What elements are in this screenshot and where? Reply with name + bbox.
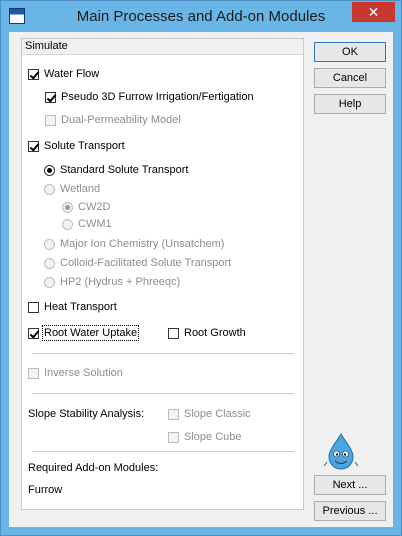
previous-button[interactable]: Previous ... [314,501,386,521]
major-ion-label: Major Ion Chemistry (Unsatchem) [60,238,225,250]
water-flow-label[interactable]: Water Flow [44,68,99,80]
close-button[interactable]: ✕ [352,2,395,22]
major-ion-radio[interactable] [44,239,55,250]
title-bar[interactable]: Main Processes and Add-on Modules ✕ [1,1,401,32]
wetland-radio[interactable] [44,184,55,195]
ok-button[interactable]: OK [314,42,386,62]
separator [32,393,294,394]
slope-stability-label: Slope Stability Analysis: [28,408,145,420]
group-header: Simulate [22,39,303,55]
pseudo-3d-checkbox[interactable] [45,92,56,103]
separator [32,353,294,354]
solute-transport-checkbox[interactable] [28,141,39,152]
cwm1-radio[interactable] [62,219,73,230]
cw2d-label: CW2D [78,201,111,213]
required-addons-label: Required Add-on Modules: [28,462,159,474]
root-water-uptake-label[interactable]: Root Water Uptake [41,325,140,341]
pseudo-3d-label[interactable]: Pseudo 3D Furrow Irrigation/Fertigation [61,91,254,103]
group-title: Simulate [25,40,68,52]
dialog-window: Main Processes and Add-on Modules ✕ Simu… [0,0,402,536]
standard-solute-radio[interactable] [44,165,55,176]
hp2-label: HP2 (Hydrus + Phreeqc) [60,276,181,288]
root-water-uptake-checkbox[interactable] [28,328,39,339]
dual-permeability-checkbox[interactable] [45,115,56,126]
water-drop-mascot-icon [324,433,358,470]
hp2-radio[interactable] [44,277,55,288]
required-addons-value: Furrow [28,484,63,496]
wetland-label: Wetland [60,183,101,195]
dialog-client-area: Simulate Water Flow Pseudo 3D Furrow Irr… [9,32,393,527]
cancel-button[interactable]: Cancel [314,68,386,88]
inverse-solution-checkbox[interactable] [28,368,39,379]
heat-transport-checkbox[interactable] [28,302,39,313]
standard-solute-label[interactable]: Standard Solute Transport [60,164,188,176]
colloid-label: Colloid-Facilitated Solute Transport [60,257,232,269]
root-growth-label[interactable]: Root Growth [184,327,246,339]
window-title: Main Processes and Add-on Modules [76,8,326,25]
solute-transport-label[interactable]: Solute Transport [44,140,125,152]
heat-transport-label[interactable]: Heat Transport [44,301,117,313]
simulate-group: Simulate Water Flow Pseudo 3D Furrow Irr… [21,38,304,510]
dual-permeability-label: Dual-Permeability Model [61,114,181,126]
slope-classic-checkbox[interactable] [168,409,179,420]
cw2d-radio[interactable] [62,202,73,213]
slope-classic-label: Slope Classic [184,408,251,420]
inverse-solution-label: Inverse Solution [44,367,123,379]
separator [32,451,294,452]
colloid-radio[interactable] [44,258,55,269]
root-growth-checkbox[interactable] [168,328,179,339]
next-button[interactable]: Next ... [314,475,386,495]
water-flow-checkbox[interactable] [28,69,39,80]
slope-cube-checkbox[interactable] [168,432,179,443]
cwm1-label: CWM1 [78,218,112,230]
slope-cube-label: Slope Cube [184,431,242,443]
help-button[interactable]: Help [314,94,386,114]
